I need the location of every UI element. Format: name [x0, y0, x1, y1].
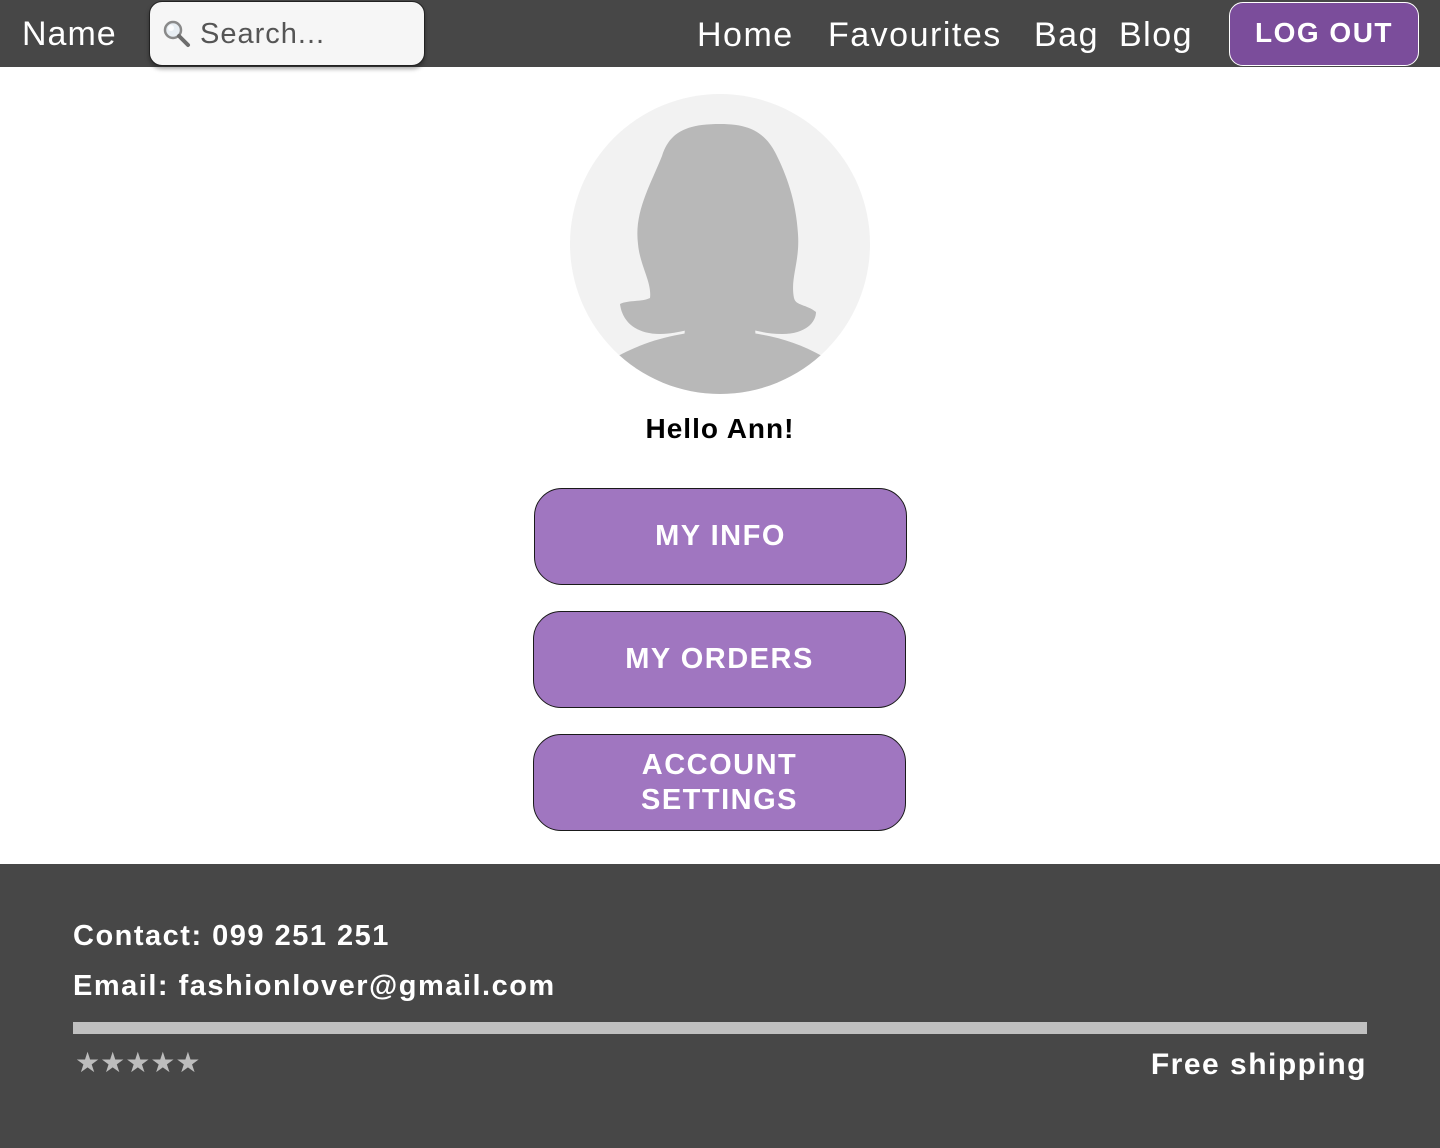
- my-info-button[interactable]: MY INFO: [534, 488, 907, 585]
- free-shipping-label: Free shipping: [1150, 1048, 1367, 1081]
- star-icon: ★★★★★: [75, 1046, 201, 1079]
- nav-blog-link[interactable]: Blog: [1119, 15, 1193, 55]
- top-navbar: Name Home Favourites Bag Blog LOG OUT: [0, 0, 1440, 67]
- user-silhouette-icon: [570, 94, 870, 394]
- greeting-text: Hello Ann!: [645, 413, 795, 444]
- brand-name[interactable]: Name: [22, 14, 117, 54]
- footer-divider: [73, 1022, 1367, 1034]
- contact-email: Email: fashionlover@gmail.com: [73, 970, 556, 1002]
- nav-favourites-link[interactable]: Favourites: [828, 15, 1002, 55]
- contact-phone: Contact: 099 251 251: [73, 920, 390, 952]
- search-input[interactable]: [200, 14, 415, 54]
- nav-home-link[interactable]: Home: [697, 15, 794, 55]
- account-settings-button[interactable]: ACCOUNT SETTINGS: [533, 734, 906, 831]
- nav-bag-link[interactable]: Bag: [1034, 15, 1099, 55]
- rating-stars: ★★★★★: [75, 1046, 201, 1080]
- logout-button[interactable]: LOG OUT: [1229, 2, 1419, 66]
- footer: Contact: 099 251 251 Email: fashionlover…: [0, 864, 1440, 1148]
- search-box[interactable]: [149, 1, 425, 66]
- search-icon: [163, 20, 190, 47]
- my-orders-button[interactable]: MY ORDERS: [533, 611, 906, 708]
